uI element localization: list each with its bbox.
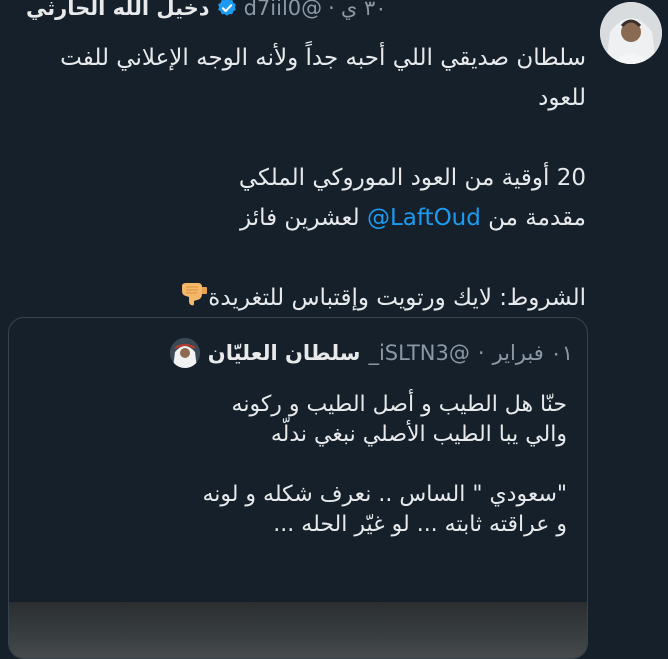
quoted-line: حنّا هل الطيب و أصل الطيب و ركونه <box>231 392 567 417</box>
quoted-tweet-text: حنّا هل الطيب و أصل الطيب و ركونه والي ي… <box>27 390 567 540</box>
tweet-header: دخيل الله الحارثي @d7iil0 · ٣٠ ي <box>26 0 586 26</box>
tweet-text-segment: الشروط: لايك ورتويت وإقتباس للتغريدة <box>208 285 586 311</box>
quoted-tweet-header: سلطان العليّان @iSLTN3_ · ٠١ فبراير <box>169 336 573 370</box>
tweet-line-empty <box>6 118 586 158</box>
quoted-line-empty <box>27 450 567 480</box>
author-handle[interactable]: @d7iil0 <box>244 0 323 20</box>
quoted-tweet[interactable]: سلطان العليّان @iSLTN3_ · ٠١ فبراير حنّا… <box>8 317 588 659</box>
tweet-line: 20 أوقية من العود الموروكي الملكي <box>238 165 586 191</box>
author-avatar[interactable] <box>600 2 662 64</box>
tweet-timestamp[interactable]: ٣٠ ي <box>341 0 387 20</box>
verified-badge-icon <box>216 0 238 19</box>
quoted-author-avatar[interactable] <box>169 338 200 368</box>
tweet-line: مقدمة من @LaftOud لعشرين فائز <box>6 198 586 238</box>
tweet-line: الشروط: لايك ورتويت وإقتباس للتغريدة <box>6 278 586 319</box>
quoted-author-name[interactable]: سلطان العليّان <box>208 341 361 365</box>
quoted-tweet-image[interactable] <box>9 602 587 658</box>
pointing-down-hand-icon <box>178 279 208 319</box>
tweet-text-segment: مقدمة من <box>480 205 586 231</box>
quoted-line: والي يبا الطيب الأصلي نبغي ندلّه <box>270 422 567 447</box>
mention-link[interactable]: @LaftOud <box>367 205 481 231</box>
quoted-line: و عراقته ثابته ... لو غيّر الحله ... <box>273 512 567 537</box>
quoted-line: "سعودي " الساس .. نعرف شكله و لونه <box>202 482 567 507</box>
tweet-line: سلطان صديقي اللي أحبه جداً ولأنه الوجه ا… <box>60 45 586 71</box>
header-separator: · <box>477 341 485 365</box>
tweet-line-empty <box>6 238 586 278</box>
author-name[interactable]: دخيل الله الحارثي <box>26 0 210 20</box>
quoted-tweet-timestamp[interactable]: ٠١ فبراير <box>493 341 573 365</box>
quoted-author-handle[interactable]: @iSLTN3_ <box>368 341 469 365</box>
header-separator: · <box>328 0 335 20</box>
tweet-text: سلطان صديقي اللي أحبه جداً ولأنه الوجه ا… <box>6 38 586 319</box>
tweet-line: للعود <box>538 85 586 111</box>
tweet-text-segment: لعشرين فائز <box>240 205 367 231</box>
